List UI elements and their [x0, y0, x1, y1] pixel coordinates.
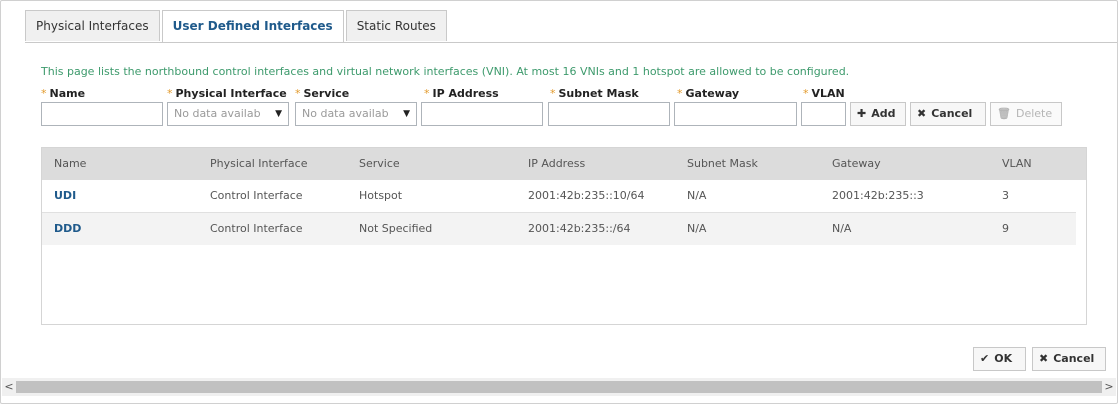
service-label: * Service — [295, 87, 350, 100]
gateway-label: * Gateway — [677, 87, 740, 100]
name-input[interactable] — [41, 102, 163, 126]
subnet-mask-input[interactable] — [548, 102, 670, 126]
column-header-service[interactable]: Service — [359, 148, 400, 180]
row-ip-address: 2001:42b:235::/64 — [528, 222, 631, 235]
row-ip-address: 2001:42b:235::10/64 — [528, 189, 645, 202]
check-icon: ✔ — [980, 352, 990, 365]
table-header: Name Physical Interface Service IP Addre… — [42, 148, 1086, 180]
column-header-physical-interface[interactable]: Physical Interface — [210, 148, 308, 180]
add-button[interactable]: ✚ Add — [850, 102, 906, 126]
scroll-left-arrow-icon[interactable]: < — [2, 378, 16, 396]
required-mark: * — [167, 87, 173, 100]
column-header-vlan[interactable]: VLAN — [1002, 148, 1032, 180]
name-label: * Name — [41, 87, 86, 100]
row-name-link[interactable]: UDI — [54, 180, 76, 212]
tab-bar: Physical Interfaces User Defined Interfa… — [25, 10, 449, 42]
plus-icon: ✚ — [857, 107, 867, 120]
row-subnet-mask: N/A — [687, 189, 707, 202]
row-subnet-mask: N/A — [687, 222, 707, 235]
table-row[interactable]: UDI Control Interface Hotspot 2001:42b:2… — [42, 180, 1076, 213]
row-vlan: 3 — [1002, 189, 1009, 202]
required-mark: * — [41, 87, 47, 100]
column-header-name[interactable]: Name — [54, 148, 86, 180]
gateway-input[interactable] — [674, 102, 797, 126]
scroll-right-arrow-icon[interactable]: > — [1102, 378, 1116, 396]
scrollbar-thumb[interactable] — [16, 381, 1102, 393]
delete-button[interactable]: 🗑 Delete — [990, 102, 1062, 126]
dialog-frame: Physical Interfaces User Defined Interfa… — [0, 0, 1118, 404]
required-mark: * — [295, 87, 301, 100]
interfaces-table: Name Physical Interface Service IP Addre… — [41, 147, 1087, 325]
row-vlan: 9 — [1002, 222, 1009, 235]
row-gateway: 2001:42b:235::3 — [832, 189, 924, 202]
tab-physical-interfaces[interactable]: Physical Interfaces — [25, 10, 160, 41]
required-mark: * — [677, 87, 683, 100]
column-header-ip-address[interactable]: IP Address — [528, 148, 585, 180]
ip-address-label: * IP Address — [424, 87, 499, 100]
row-physical-interface: Control Interface — [210, 189, 303, 202]
vlan-input[interactable] — [801, 102, 846, 126]
row-service: Hotspot — [359, 189, 403, 202]
info-text: This page lists the northbound control i… — [41, 65, 850, 78]
cancel-button[interactable]: ✖ Cancel — [910, 102, 986, 126]
required-mark: * — [424, 87, 430, 100]
caret-down-icon: ▼ — [275, 109, 282, 119]
x-icon: ✖ — [917, 107, 927, 120]
subnet-mask-label: * Subnet Mask — [550, 87, 639, 100]
trash-icon: 🗑 — [997, 107, 1011, 120]
service-value: No data availab — [302, 107, 389, 120]
caret-down-icon: ▼ — [403, 109, 410, 119]
row-name-link[interactable]: DDD — [54, 213, 81, 245]
vlan-label: * VLAN — [803, 87, 845, 100]
tab-static-routes[interactable]: Static Routes — [345, 10, 447, 41]
service-select[interactable]: No data availab ▼ — [295, 102, 417, 126]
ok-button[interactable]: ✔ OK — [973, 347, 1026, 371]
tab-user-defined-interfaces[interactable]: User Defined Interfaces — [161, 10, 344, 42]
horizontal-scrollbar[interactable]: < > — [2, 378, 1116, 396]
column-header-gateway[interactable]: Gateway — [832, 148, 881, 180]
physical-interface-label: * Physical Interface — [167, 87, 287, 100]
row-physical-interface: Control Interface — [210, 222, 303, 235]
physical-interface-value: No data availab — [174, 107, 261, 120]
row-service: Not Specified — [359, 222, 433, 235]
row-gateway: N/A — [832, 222, 852, 235]
column-header-subnet-mask[interactable]: Subnet Mask — [687, 148, 758, 180]
required-mark: * — [550, 87, 556, 100]
table-row[interactable]: DDD Control Interface Not Specified 2001… — [42, 213, 1076, 245]
physical-interface-select[interactable]: No data availab ▼ — [167, 102, 289, 126]
x-icon: ✖ — [1039, 352, 1049, 365]
footer-cancel-button[interactable]: ✖ Cancel — [1032, 347, 1106, 371]
ip-address-input[interactable] — [421, 102, 543, 126]
required-mark: * — [803, 87, 809, 100]
